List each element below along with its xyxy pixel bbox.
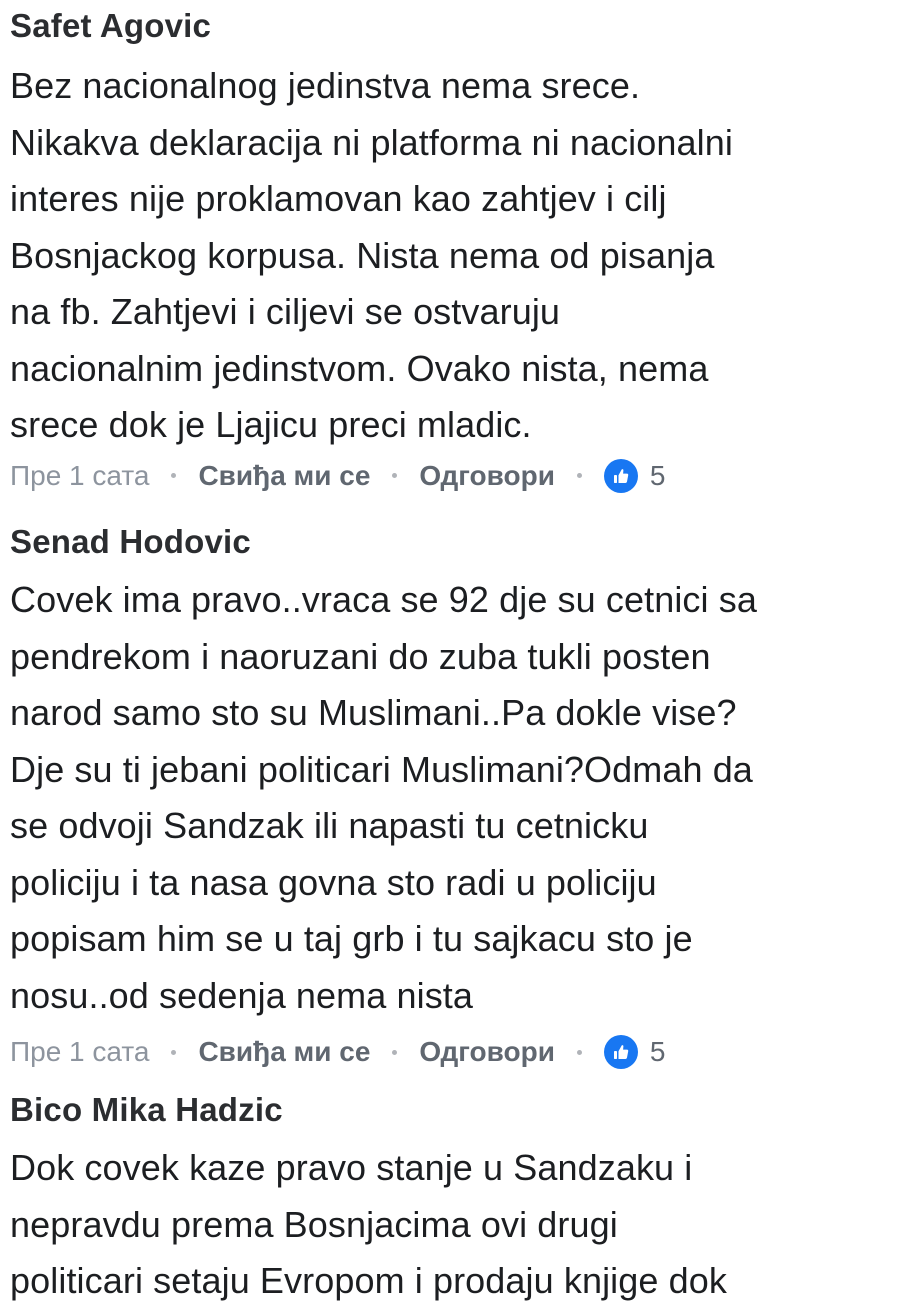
separator-dot (576, 473, 582, 478)
reply-button[interactable]: Одговори (419, 1036, 555, 1068)
comment-text-line: Covek ima pravo..vraca se 92 dje su cetn… (10, 579, 757, 620)
comment-text-line: Bez nacionalnog jedinstva nema srece. (10, 65, 641, 106)
comment-text-line: na fb. Zahtjevi i ciljevi se ostvaruju (10, 291, 561, 332)
comment-text: Bez nacionalnog jedinstva nema srece. Ni… (10, 58, 892, 454)
reaction-count[interactable]: 5 (650, 1036, 666, 1068)
reply-button[interactable]: Одговори (419, 460, 555, 492)
comment-text-line: pendrekom i naoruzani do zuba tukli post… (10, 635, 711, 677)
comment-timestamp[interactable]: Пре 1 сата (10, 460, 149, 492)
comment: Senad Hodovic Covek ima pravo..vraca se … (10, 522, 892, 1072)
comment-text-line: politicari setaju Evropom i prodaju knji… (10, 1260, 727, 1301)
comment-actions: Пре 1 сата Свиђа ми се Одговори 5 (10, 1032, 892, 1072)
comment-author[interactable]: Safet Agovic (10, 6, 892, 46)
comment-timestamp[interactable]: Пре 1 сата (10, 1036, 149, 1068)
comment-text-line: Dje su ti jebani politicari Muslimani?Od… (10, 748, 753, 790)
separator-dot (576, 1049, 582, 1055)
thumbs-up-glyph (613, 1045, 629, 1059)
comment-text-line: nepravdu prema Bosnjacima ovi drugi (10, 1203, 618, 1245)
comment: Safet Agovic Bez nacionalnog jedinstva n… (10, 6, 892, 496)
reaction-count[interactable]: 5 (650, 460, 666, 492)
like-button[interactable]: Свиђа ми се (198, 460, 370, 492)
separator-dot (392, 473, 398, 478)
comment-text-line: narod samo sto su Muslimani..Pa dokle vi… (10, 692, 737, 733)
comment-text-line: srece dok je Ljajicu preci mladic. (10, 404, 532, 445)
comment-text: Covek ima pravo..vraca se 92 dje su cetn… (10, 572, 892, 1024)
comment-text-line: Dok covek kaze pravo stanje u Sandzaku i (10, 1147, 693, 1188)
comment-actions: Пре 1 сата Свиђа ми се Одговори 5 (10, 456, 892, 496)
comment-text: Dok covek kaze pravo stanje u Sandzaku i… (10, 1140, 892, 1310)
separator-dot (171, 1049, 177, 1055)
comment-thread: Safet Agovic Bez nacionalnog jedinstva n… (0, 0, 900, 1301)
comment-text-line: popisam him se u taj grb i tu sajkacu st… (10, 918, 693, 959)
comment-text-line: se odvoji Sandzak ili napasti tu cetnick… (10, 805, 649, 846)
comment-text-line: nacionalnim jedinstvom. Ovako nista, nem… (10, 347, 709, 389)
separator-dot (392, 1049, 398, 1055)
like-button[interactable]: Свиђа ми се (198, 1036, 370, 1068)
comment-author[interactable]: Senad Hodovic (10, 522, 892, 562)
separator-dot (171, 473, 177, 478)
comment-text-line: interes nije proklamovan kao zahtjev i c… (10, 178, 667, 219)
thumbs-up-glyph (613, 468, 629, 483)
comment-text-line: policiju i ta nasa govna sto radi u poli… (10, 861, 657, 903)
thumbs-up-icon[interactable] (603, 458, 638, 493)
comment-text-line: nosu..od sedenja nema nista (10, 974, 474, 1016)
comment: Bico Mika Hadzic Dok covek kaze pravo st… (10, 1090, 892, 1310)
comment-author[interactable]: Bico Mika Hadzic (10, 1090, 892, 1130)
comment-text-line: Nikakva deklaracija ni platforma ni naci… (10, 121, 733, 163)
thumbs-up-icon[interactable] (603, 1035, 638, 1069)
comment-text-line: Bosnjackog korpusa. Nista nema od pisanj… (10, 234, 715, 276)
